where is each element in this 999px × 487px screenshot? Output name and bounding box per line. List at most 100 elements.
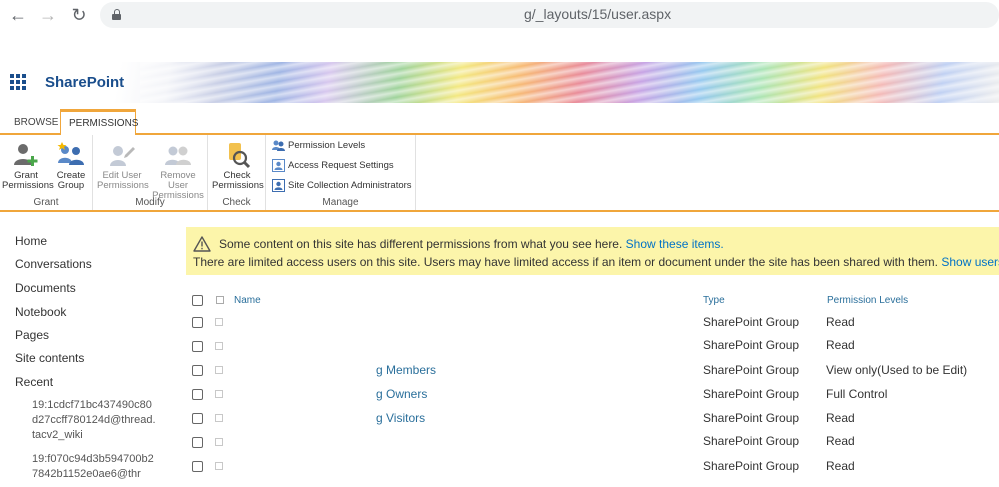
nav-item-conversations[interactable]: Conversations [15, 257, 92, 271]
ribbon-tabs: BROWSE PERMISSIONS [0, 108, 999, 135]
remove-user-permissions-label-1: Remove User [160, 170, 196, 191]
forward-arrow-icon[interactable]: → [37, 4, 59, 26]
row-type: SharePoint Group [703, 459, 800, 473]
ribbon-group-modify: Edit User Permissions Remove User Permis… [93, 135, 208, 210]
row-type: SharePoint Group [703, 387, 800, 401]
address-bar[interactable]: g/_layouts/15/user.aspx [100, 2, 999, 28]
column-header-type[interactable]: Type [703, 295, 725, 306]
ribbon-group-grant: Grant Permissions Create Group Grant [0, 135, 93, 210]
row-permission: Read [826, 411, 855, 425]
browser-toolbar: ← → ↻ g/_layouts/15/user.aspx [0, 0, 999, 30]
site-collection-administrators-button[interactable]: Site Collection Administrators [272, 177, 412, 194]
notice-line-2: There are limited access users on this s… [193, 255, 999, 269]
row-name[interactable]: g Members [376, 363, 436, 377]
row-item-checkbox[interactable] [215, 462, 223, 470]
row-name[interactable]: g Visitors [376, 411, 425, 425]
nav-item-site-contents[interactable]: Site contents [15, 351, 84, 365]
row-permission: View only(Used to be Edit) [826, 363, 968, 377]
row-permission: Full Control [826, 387, 888, 401]
address-bar-url: g/_layouts/15/user.aspx [524, 6, 672, 22]
lock-icon [112, 9, 121, 20]
edit-user-permissions-label-2: Permissions [97, 180, 149, 191]
row-name[interactable]: g Owners [376, 387, 427, 401]
ribbon-group-manage-label: Manage [322, 197, 359, 208]
create-group-button[interactable]: Create Group [52, 141, 90, 191]
check-permissions-label-2: Permissions [212, 180, 264, 191]
edit-user-permissions-button[interactable]: Edit User Permissions [97, 141, 149, 191]
check-permissions-icon [229, 143, 251, 169]
edit-user-permissions-icon [110, 146, 135, 166]
row-permission: Read [826, 434, 855, 448]
grant-permissions-icon [14, 144, 38, 166]
nav-recent-item[interactable]: 19:f070c94d3b594700b27842b1152e0ae6@thr [32, 452, 157, 482]
notice-text-1: Some content on this site has different … [219, 237, 623, 251]
ribbon-group-manage: Permission Levels Access Request Setting… [266, 135, 416, 210]
show-users-link[interactable]: Show users. [941, 255, 999, 269]
create-group-icon [57, 142, 84, 165]
ribbon-group-check: Check Permissions Check [208, 135, 266, 210]
create-group-label-2: Group [57, 180, 85, 191]
access-request-settings-button[interactable]: Access Request Settings [272, 157, 394, 174]
row-item-checkbox[interactable] [215, 366, 223, 374]
nav-item-pages[interactable]: Pages [15, 328, 49, 342]
column-header-permission-levels[interactable]: Permission Levels [827, 295, 908, 306]
nav-recent-item[interactable]: 19:1cdcf71bc437490c80d27ccff780124d@thre… [32, 398, 157, 443]
remove-user-permissions-icon [165, 146, 191, 165]
row-item-checkbox[interactable] [215, 438, 223, 446]
row-item-checkbox[interactable] [215, 342, 223, 350]
row-type: SharePoint Group [703, 338, 800, 352]
row-type: SharePoint Group [703, 434, 800, 448]
nav-item-recent[interactable]: Recent [15, 375, 53, 389]
row-checkbox[interactable] [192, 365, 203, 376]
row-checkbox[interactable] [192, 341, 203, 352]
tab-browse[interactable]: BROWSE [6, 113, 66, 135]
row-checkbox[interactable] [192, 413, 203, 424]
ribbon: Grant Permissions Create Group Grant Edi… [0, 135, 999, 212]
row-type: SharePoint Group [703, 363, 800, 377]
nav-item-documents[interactable]: Documents [15, 281, 76, 295]
check-permissions-button[interactable]: Check Permissions [212, 141, 264, 191]
row-checkbox[interactable] [192, 461, 203, 472]
site-collection-administrators-icon [272, 178, 285, 192]
row-type: SharePoint Group [703, 411, 800, 425]
access-request-settings-icon [272, 158, 285, 172]
grant-permissions-button[interactable]: Grant Permissions [2, 141, 54, 191]
row-checkbox[interactable] [192, 317, 203, 328]
suite-bar: SharePoint [0, 62, 999, 103]
nav-item-home[interactable]: Home [15, 234, 47, 248]
row-item-checkbox[interactable] [215, 318, 223, 326]
ribbon-group-grant-label: Grant [33, 197, 59, 208]
permission-levels-label: Permission Levels [288, 140, 366, 151]
access-request-settings-label: Access Request Settings [288, 160, 394, 171]
ribbon-group-modify-label: Modify [135, 197, 165, 208]
nav-item-notebook[interactable]: Notebook [15, 305, 66, 319]
row-item-checkbox[interactable] [215, 390, 223, 398]
permissions-notice: Some content on this site has different … [186, 227, 999, 275]
site-collection-administrators-label: Site Collection Administrators [288, 180, 412, 191]
tab-permissions[interactable]: PERMISSIONS [60, 109, 138, 135]
permission-levels-button[interactable]: Permission Levels [272, 137, 365, 154]
row-checkbox[interactable] [192, 389, 203, 400]
sharepoint-brand-link[interactable]: SharePoint [45, 74, 124, 91]
ribbon-group-check-label: Check [222, 197, 251, 208]
show-these-items-link[interactable]: Show these items. [626, 237, 724, 251]
row-checkbox[interactable] [192, 437, 203, 448]
row-permission: Read [826, 459, 855, 473]
grant-permissions-label-2: Permissions [2, 180, 54, 191]
remove-user-permissions-button[interactable]: Remove User Permissions [149, 141, 207, 201]
suite-bar-decoration [140, 62, 999, 103]
row-item-checkbox[interactable] [215, 414, 223, 422]
row-type: SharePoint Group [703, 315, 800, 329]
back-arrow-icon[interactable]: ← [7, 4, 29, 26]
notice-text-2: There are limited access users on this s… [193, 255, 939, 269]
app-launcher-icon[interactable] [10, 74, 26, 90]
permission-levels-icon [272, 140, 285, 151]
warning-icon [193, 236, 211, 252]
reload-icon[interactable]: ↻ [68, 4, 90, 26]
column-header-name[interactable]: Name [234, 295, 261, 306]
header-item-checkbox[interactable] [216, 296, 224, 304]
select-all-checkbox[interactable] [192, 295, 203, 306]
notice-line-1: Some content on this site has different … [219, 237, 724, 251]
row-permission: Read [826, 315, 855, 329]
row-permission: Read [826, 338, 855, 352]
